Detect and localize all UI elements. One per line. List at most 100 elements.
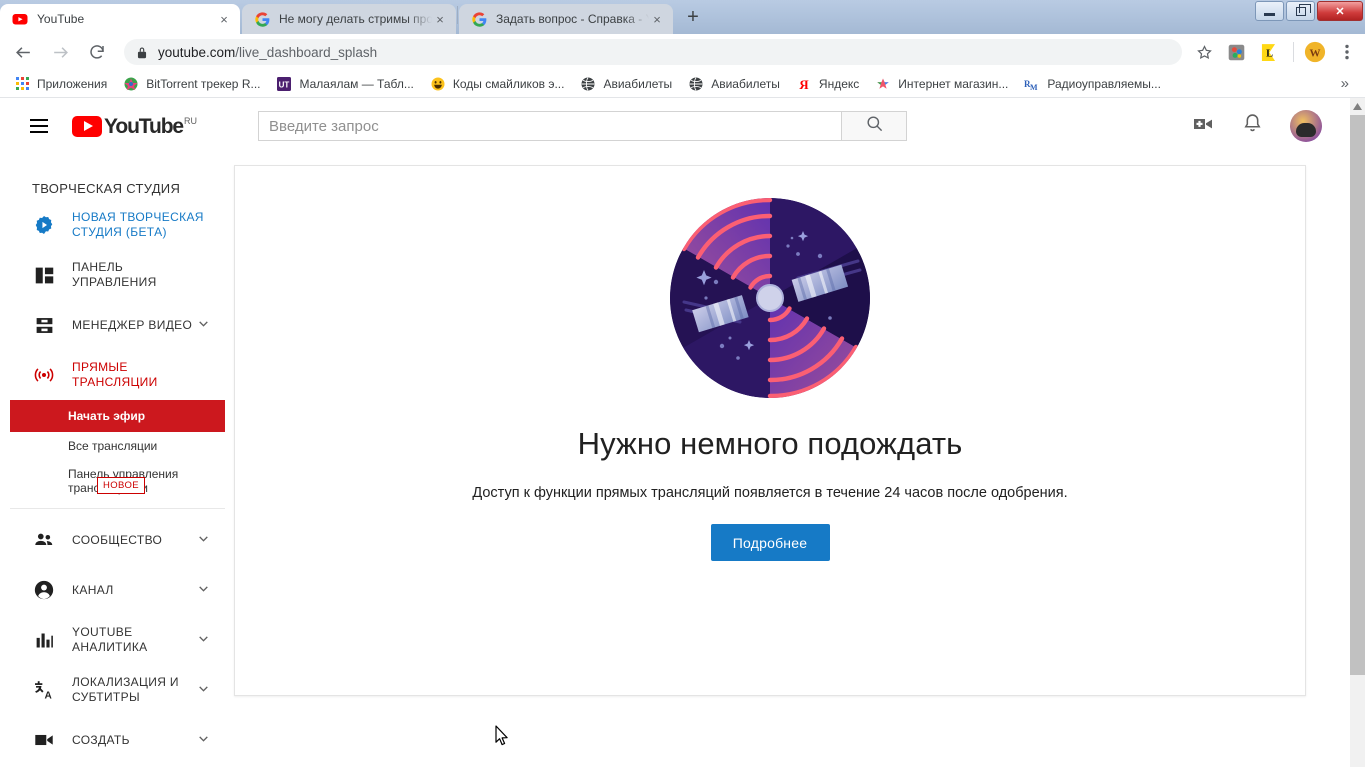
- translate-icon: A: [32, 679, 56, 701]
- chevron-down-icon[interactable]: [197, 682, 211, 698]
- bell-icon[interactable]: [1241, 112, 1264, 140]
- sidebar-item-new-studio-beta[interactable]: НОВАЯ ТВОРЧЕСКАЯ СТУДИЯ (БЕТА): [10, 200, 225, 250]
- learn-more-button[interactable]: Подробнее: [710, 524, 830, 561]
- bookmarks-bar: Приложения BitTorrent трекер R... UT Мал…: [0, 70, 1365, 98]
- bookmark-bittorrent[interactable]: BitTorrent трекер R...: [115, 73, 268, 95]
- search-bar: [258, 111, 908, 141]
- reload-icon[interactable]: [83, 38, 111, 66]
- bookmark-yandex[interactable]: Я Яндекс: [788, 73, 867, 95]
- bookmark-label: Яндекс: [818, 76, 860, 91]
- globe-icon: [580, 76, 596, 92]
- page-title: Нужно немного подождать: [577, 426, 963, 461]
- close-window-button[interactable]: ✕: [1317, 1, 1363, 21]
- account-circle-icon: [32, 579, 56, 601]
- globe-icon: [688, 76, 704, 92]
- sidebar-item-video-manager[interactable]: МЕНЕДЖЕР ВИДЕО: [10, 300, 225, 350]
- sidebar-item-analytics[interactable]: YOUTUBE АНАЛИТИКА: [10, 615, 225, 665]
- sidebar-divider: [10, 508, 225, 509]
- people-icon: [32, 529, 56, 551]
- youtube-wordmark: YouTube: [104, 114, 184, 138]
- scrollbar-thumb[interactable]: [1350, 115, 1365, 675]
- browser-tab-help-question[interactable]: Задать вопрос - Справка - YouT ×: [459, 4, 673, 34]
- sidebar-subitem-label: Начать эфир: [68, 409, 146, 423]
- chevron-down-icon[interactable]: [197, 582, 211, 598]
- colorzilla-extension-icon[interactable]: [1222, 38, 1250, 66]
- chevron-down-icon[interactable]: [197, 732, 211, 748]
- forward-arrow-icon[interactable]: [46, 38, 74, 66]
- bookmark-label: BitTorrent трекер R...: [146, 76, 261, 91]
- profile-avatar-icon[interactable]: W: [1301, 38, 1329, 66]
- sidebar-item-create[interactable]: СОЗДАТЬ: [10, 715, 225, 765]
- hamburger-icon[interactable]: [30, 114, 54, 138]
- address-bar[interactable]: youtube.com/live_dashboard_splash: [124, 39, 1182, 65]
- sidebar-item-label: СООБЩЕСТВО: [72, 532, 163, 547]
- yellow-l-extension-icon[interactable]: L: [1254, 38, 1282, 66]
- bookmarks-overflow-button[interactable]: »: [1331, 75, 1359, 92]
- movie-camera-icon: [32, 729, 56, 751]
- youtube-logo[interactable]: YouTube RU: [72, 114, 198, 138]
- rm-icon: RM: [1024, 76, 1040, 92]
- google-icon: [471, 11, 487, 27]
- close-icon[interactable]: ×: [649, 11, 665, 27]
- minimize-button[interactable]: [1255, 1, 1284, 21]
- bookmark-label: Радиоуправляемы...: [1047, 76, 1161, 91]
- scroll-up-icon[interactable]: [1350, 98, 1365, 115]
- browser-tab-stream-question[interactable]: Не могу делать стримы прошло ×: [242, 4, 456, 34]
- back-arrow-icon[interactable]: [9, 38, 37, 66]
- bookmark-label: Авиабилеты: [603, 76, 673, 91]
- bookmark-radio[interactable]: RM Радиоуправляемы...: [1016, 73, 1169, 95]
- video-camera-plus-icon[interactable]: [1191, 112, 1215, 141]
- svg-text:UT: UT: [279, 80, 290, 89]
- sidebar-item-community[interactable]: СООБЩЕСТВО: [10, 515, 225, 565]
- youtube-country-code: RU: [184, 115, 198, 126]
- search-icon: [865, 114, 884, 138]
- maximize-icon: [1295, 3, 1311, 16]
- star-icon[interactable]: [1190, 38, 1218, 66]
- bookmark-smileys[interactable]: Коды смайликов э...: [422, 73, 573, 95]
- chevron-down-icon[interactable]: [197, 317, 211, 333]
- url-path: /live_dashboard_splash: [235, 44, 378, 60]
- sidebar-item-channel[interactable]: КАНАЛ: [10, 565, 225, 615]
- bookmark-aviabilety-1[interactable]: Авиабилеты: [572, 73, 680, 95]
- bookmark-label: Малаялам — Табл...: [299, 76, 414, 91]
- three-dot-menu-icon[interactable]: [1333, 38, 1361, 66]
- close-icon[interactable]: ×: [216, 11, 232, 27]
- browser-tab-youtube[interactable]: YouTube ×: [0, 4, 240, 34]
- bookmark-aviabilety-2[interactable]: Авиабилеты: [680, 73, 788, 95]
- sidebar-item-localization[interactable]: A ЛОКАЛИЗАЦИЯ И СУБТИТРЫ: [10, 665, 225, 715]
- sidebar-subitem-start-stream[interactable]: Начать эфир: [10, 400, 225, 432]
- bar-chart-icon: [32, 630, 56, 651]
- youtube-play-icon: [72, 115, 102, 137]
- svg-text:A: A: [44, 690, 52, 701]
- sidebar-item-dashboard[interactable]: ПАНЕЛЬ УПРАВЛЕНИЯ: [10, 250, 225, 300]
- bookmark-apps[interactable]: Приложения: [6, 73, 115, 95]
- window-controls: ✕: [1255, 1, 1363, 21]
- toolbar-actions: L W: [1190, 38, 1365, 66]
- close-icon[interactable]: ×: [432, 11, 448, 27]
- bookmark-label: Интернет магазин...: [898, 76, 1009, 91]
- sidebar-item-live-streaming[interactable]: ПРЯМЫЕ ТРАНСЛЯЦИИ: [10, 350, 225, 400]
- page-viewport: YouTube RU Введите запрос ТВОРЧЕСКАЯ СТУ…: [0, 98, 1365, 767]
- bookmark-webstore[interactable]: Интернет магазин...: [867, 73, 1016, 95]
- tab-separator: [457, 5, 458, 24]
- sidebar-subitem-stream-dashboard[interactable]: Панель управления трансляциями НОВОЕ: [10, 460, 225, 502]
- minimize-icon: [1264, 12, 1275, 16]
- svg-text:W: W: [1310, 48, 1321, 60]
- maximize-button[interactable]: [1286, 1, 1315, 21]
- sidebar-subitem-all-streams[interactable]: Все трансляции: [10, 432, 225, 460]
- browser-window: YouTube × Не могу делать стримы прошло ×…: [0, 0, 1365, 767]
- status-badge-new: НОВОЕ: [97, 477, 145, 494]
- gear-play-icon: [32, 214, 56, 236]
- satellite-radar-illustration: [670, 198, 870, 398]
- vertical-scrollbar[interactable]: [1350, 98, 1365, 767]
- new-tab-button[interactable]: +: [679, 3, 707, 31]
- search-button[interactable]: [841, 111, 908, 141]
- chevron-down-icon[interactable]: [197, 632, 211, 648]
- url-domain: youtube.com: [158, 44, 236, 60]
- bookmark-malayalam[interactable]: UT Малаялам — Табл...: [268, 73, 421, 95]
- chevron-down-icon[interactable]: [197, 532, 211, 548]
- avatar[interactable]: [1290, 110, 1322, 142]
- browser-toolbar: youtube.com/live_dashboard_splash L W: [0, 34, 1365, 70]
- search-input[interactable]: [258, 111, 842, 141]
- apps-grid-icon: [14, 76, 30, 92]
